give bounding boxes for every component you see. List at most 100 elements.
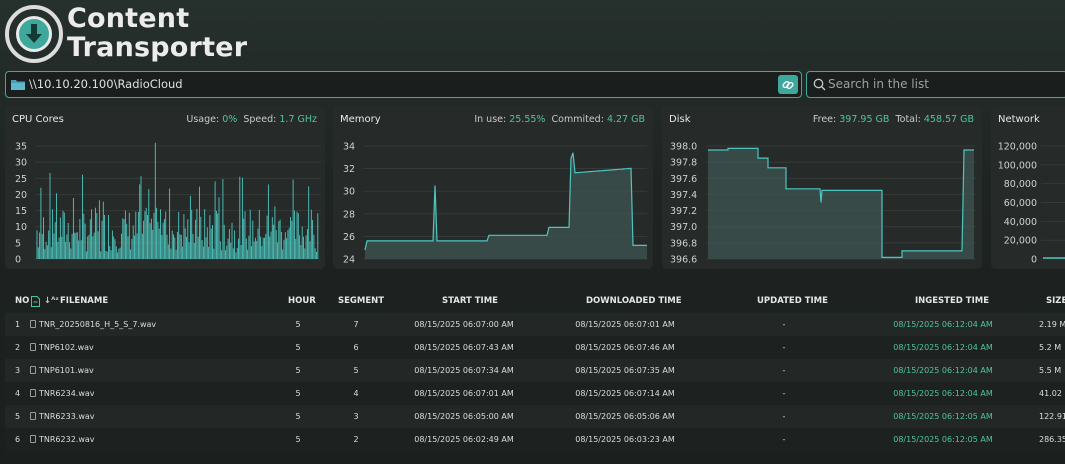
connect-button[interactable] [778, 75, 798, 94]
export-icon[interactable] [31, 296, 40, 310]
filename-text: TNR6232.wav [39, 435, 95, 444]
y-tick-label: 26 [343, 232, 355, 243]
file-icon [30, 320, 36, 328]
network-title: Network [998, 114, 1040, 125]
row-size: 2.19 M [1039, 320, 1065, 329]
memory-inuse-value: 25.55% [509, 114, 546, 125]
row-filename: TNR6233.wav [30, 412, 95, 421]
memory-chart: 34 32 30 28 26 24 [343, 142, 647, 266]
row-downloaded-time: 08/15/2025 06:03:23 AM [575, 435, 675, 444]
row-ingested-time: 08/15/2025 06:12:04 AM [893, 389, 993, 398]
row-segment: 2 [353, 435, 359, 444]
row-segment: 4 [353, 389, 359, 398]
row-downloaded-time: 08/15/2025 06:07:01 AM [575, 320, 675, 329]
row-number: 5 [15, 412, 21, 421]
disk-title: Disk [669, 114, 691, 125]
table-row[interactable]: 5 TNR6233.wav 5 3 08/15/2025 06:05:00 AM 08/1… [5, 405, 1065, 428]
cpu-chart: 35 30 25 20 15 10 5 0 [15, 142, 321, 266]
path-value[interactable]: \\10.10.20.100\RadioCloud [29, 77, 183, 91]
y-tick-label: 15 [15, 206, 27, 217]
y-tick-label: 25 [15, 174, 27, 185]
download-arrow-icon [16, 16, 52, 52]
row-downloaded-time: 08/15/2025 06:05:06 AM [575, 412, 675, 421]
folder-icon [11, 80, 25, 90]
y-tick-label: 397.0 [670, 222, 697, 233]
row-ingested-time: 08/15/2025 06:12:05 AM [893, 412, 993, 421]
memory-panel: 34 32 30 28 26 24 Memory In use: 25.55% Commi… [333, 106, 653, 269]
col-filename[interactable]: FILENAME [60, 296, 108, 306]
row-start-time: 08/15/2025 06:05:00 AM [414, 412, 514, 421]
col-segment[interactable]: SEGMENT [338, 296, 384, 306]
row-hour: 5 [295, 366, 301, 375]
network-panel: 120,000 100,000 80,000 60,000 40,000 20,000 0 … [991, 106, 1065, 269]
disk-free-value: 397.95 GB [839, 114, 890, 125]
table-row[interactable]: 6 TNR6232.wav 5 2 08/15/2025 06:02:49 AM 08/1… [5, 428, 1065, 451]
y-tick-label: 397.4 [670, 190, 697, 201]
y-tick-label: 24 [343, 255, 355, 266]
col-no[interactable]: NO [15, 296, 29, 306]
col-size[interactable]: SIZE [1046, 296, 1065, 306]
row-start-time: 08/15/2025 06:07:43 AM [414, 343, 514, 352]
row-ingested-time: 08/15/2025 06:12:05 AM [893, 435, 993, 444]
table-row[interactable]: 4 TNR6234.wav 5 4 08/15/2025 06:07:01 AM 08/1… [5, 382, 1065, 405]
row-downloaded-time: 08/15/2025 06:07:46 AM [575, 343, 675, 352]
row-number: 3 [15, 366, 21, 375]
y-tick-label: 80,000 [1004, 179, 1037, 190]
cpu-panel: 35 30 25 20 15 10 5 0 CPU Cores Usage: 0% Speed… [5, 106, 325, 269]
path-field[interactable]: \\10.10.20.100\RadioCloud [5, 71, 802, 98]
col-hour[interactable]: HOUR [288, 296, 316, 306]
cpu-usage-value: 0% [222, 114, 238, 125]
table-body: 1 TNR_20250816_H_5_S_7.wav 5 7 08/15/2025 06… [5, 313, 1065, 451]
table-row[interactable]: 3 TNP6101.wav 5 5 08/15/2025 06:07:34 AM 08/1… [5, 359, 1065, 382]
y-tick-label: 0 [1031, 255, 1037, 266]
col-ingested-time[interactable]: INGESTED TIME [915, 296, 989, 306]
row-hour: 5 [295, 389, 301, 398]
row-updated-time: - [782, 435, 786, 444]
row-ingested-time: 08/15/2025 06:12:04 AM [893, 366, 993, 375]
y-tick-label: 397.6 [670, 174, 697, 185]
row-updated-time: - [782, 366, 786, 375]
row-number: 1 [15, 320, 21, 329]
app-brand: Content Transporter [67, 4, 247, 62]
row-segment: 7 [353, 320, 359, 329]
y-tick-label: 40,000 [1004, 217, 1037, 228]
row-filename: TNP6101.wav [30, 366, 94, 375]
row-hour: 5 [295, 435, 301, 444]
row-ingested-time: 08/15/2025 06:12:04 AM [893, 320, 993, 329]
table-row[interactable]: 1 TNR_20250816_H_5_S_7.wav 5 7 08/15/2025 06… [5, 313, 1065, 336]
row-size: 5.2 M [1039, 343, 1062, 352]
y-tick-label: 398.0 [670, 142, 697, 153]
disk-total-value: 458.57 GB [923, 114, 974, 125]
disk-panel: 398.0 397.8 397.6 397.4 397.2 397.0 396.8 396.6… [662, 106, 982, 269]
y-tick-label: 100,000 [998, 160, 1037, 171]
row-number: 4 [15, 389, 21, 398]
col-downloaded-time[interactable]: DOWNLOADED TIME [586, 296, 682, 306]
app-window: Content Transporter \\10.10.20.100\Radio… [0, 0, 1065, 464]
y-tick-label: 28 [343, 209, 355, 220]
row-updated-time: - [782, 389, 786, 398]
row-start-time: 08/15/2025 06:07:01 AM [414, 389, 514, 398]
cpu-speed-label: Speed: [243, 114, 277, 125]
table-row[interactable]: 2 TNP6102.wav 5 6 08/15/2025 06:07:43 AM 08/1… [5, 336, 1065, 359]
y-tick-label: 20,000 [1004, 236, 1037, 247]
sort-az-icon[interactable]: ↓ᴬᶻ [44, 296, 59, 306]
col-start-time[interactable]: START TIME [442, 296, 498, 306]
search-icon [813, 78, 826, 91]
row-downloaded-time: 08/15/2025 06:07:35 AM [575, 366, 675, 375]
memory-commited-value: 4.27 GB [606, 114, 645, 125]
row-start-time: 08/15/2025 06:02:49 AM [414, 435, 514, 444]
row-hour: 5 [295, 412, 301, 421]
file-icon [30, 435, 36, 443]
row-size: 41.02 M [1039, 389, 1065, 398]
filename-text: TNP6102.wav [39, 343, 94, 352]
row-segment: 6 [353, 343, 359, 352]
search-input[interactable]: Search in the list [828, 77, 929, 91]
col-updated-time[interactable]: UPDATED TIME [757, 296, 828, 306]
table-header: NO ↓ᴬᶻ FILENAME HOUR SEGMENT START TIME … [5, 287, 1065, 313]
row-hour: 5 [295, 320, 301, 329]
search-field[interactable]: Search in the list [806, 71, 1065, 98]
row-updated-time: - [782, 343, 786, 352]
disk-chart: 398.0 397.8 397.6 397.4 397.2 397.0 396.8 396.6 [670, 142, 976, 266]
row-hour: 5 [295, 343, 301, 352]
y-tick-label: 20 [15, 190, 27, 201]
